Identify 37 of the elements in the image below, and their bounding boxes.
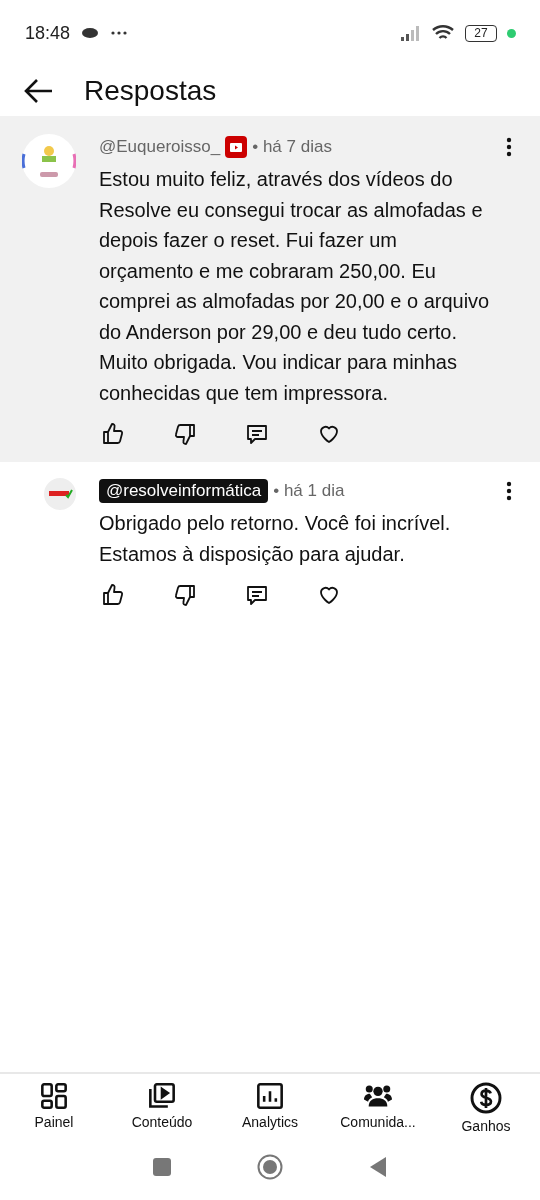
video-stack-icon bbox=[148, 1082, 176, 1110]
comment-author[interactable]: @Euqueroisso_ bbox=[99, 137, 221, 157]
thumbs-down-icon bbox=[173, 422, 197, 446]
status-time: 18:48 bbox=[25, 22, 71, 44]
nav-tab[interactable]: Ganhos bbox=[432, 1082, 540, 1134]
nav-tab[interactable]: Conteúdo bbox=[108, 1082, 216, 1134]
page-title: Respostas bbox=[84, 75, 217, 107]
comment-time: • há 1 dia bbox=[273, 481, 345, 501]
more-options-button[interactable] bbox=[506, 137, 512, 157]
member-badge-icon bbox=[225, 136, 248, 158]
back-button[interactable] bbox=[24, 78, 54, 104]
thumbs-down-icon bbox=[173, 583, 197, 607]
dashboard-icon bbox=[40, 1082, 68, 1110]
dollar-circle-icon bbox=[470, 1082, 502, 1114]
comment-author[interactable]: @resolveinformática bbox=[99, 479, 269, 503]
comment-icon bbox=[245, 422, 269, 446]
channel-avatar bbox=[22, 134, 76, 188]
more-options-button[interactable] bbox=[506, 481, 512, 501]
signal-icon bbox=[401, 25, 421, 41]
more-dots-icon bbox=[110, 29, 129, 37]
channel-avatar bbox=[44, 478, 76, 510]
comment-icon bbox=[245, 583, 269, 607]
battery-indicator: 27 bbox=[465, 24, 497, 42]
nav-tab[interactable]: Comunida... bbox=[324, 1082, 432, 1134]
back-nav-icon bbox=[368, 1156, 388, 1178]
thumbs-up-icon bbox=[101, 583, 125, 607]
nav-tab[interactable]: Painel bbox=[0, 1082, 108, 1134]
comment-time: • há 7 dias bbox=[252, 137, 332, 157]
nav-tab[interactable]: Analytics bbox=[216, 1082, 324, 1134]
home-nav-icon bbox=[257, 1154, 283, 1180]
privacy-dot bbox=[507, 28, 516, 38]
comment-text: Obrigado pelo retorno. Você foi incrível. Estamos à disposição para ajudar. bbox=[99, 511, 452, 567]
bar-chart-icon bbox=[256, 1082, 284, 1110]
comment-text: Estou muito feliz, através dos vídeos do Resolve eu consegui trocar as almofadas e depois fazer o reset. Fui fazer um orçamento e me cobraram 250,00. Eu comprei as almofadas por 20,00 e o arquivo do Anderson por 29,00 e deu tudo certo. Muito obrigada. Vou indicar para minhas conhecidas que tem impressora. bbox=[99, 167, 490, 406]
notification-icon bbox=[80, 25, 101, 41]
thumbs-up-icon bbox=[101, 422, 125, 446]
square-nav-icon bbox=[152, 1157, 172, 1177]
